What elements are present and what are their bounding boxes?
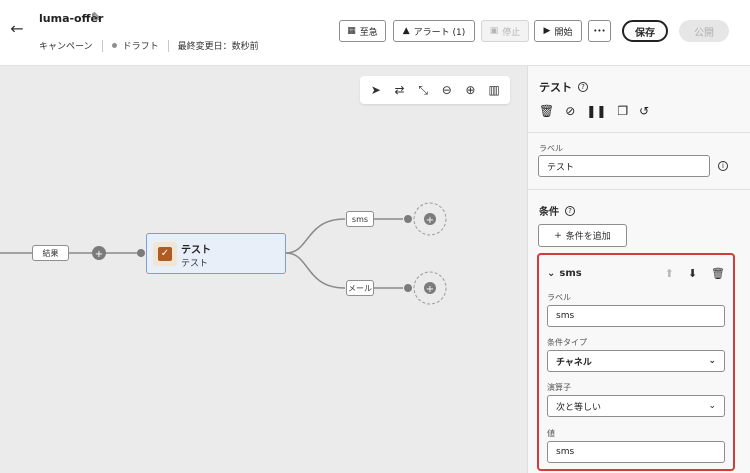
start-button[interactable]: ▶ 開始 xyxy=(534,20,582,42)
operator-select[interactable]: 次と等しい ⌄ xyxy=(547,395,725,417)
condition-header[interactable]: ⌄ sms xyxy=(547,268,582,279)
condition-node-icon: ✓ xyxy=(153,242,177,266)
pause-icon[interactable]: ❚❚ xyxy=(586,104,606,118)
branch-label-sms[interactable]: sms xyxy=(346,211,374,227)
alerts-button[interactable]: ▲ アラート (1) xyxy=(393,20,475,42)
condition-type-value: チャネル xyxy=(556,357,592,368)
divider xyxy=(528,132,750,133)
move-up-icon[interactable]: ⬆ xyxy=(665,267,674,280)
stop-button[interactable]: ▣ 停止 xyxy=(481,20,529,42)
conditions-title: 条件 ? xyxy=(539,203,575,218)
label-input[interactable]: テスト xyxy=(538,155,710,177)
delete-icon[interactable]: 🗑 xyxy=(711,267,725,280)
move-down-icon[interactable]: ⬇ xyxy=(688,267,697,280)
stop-label: 停止 xyxy=(502,27,521,38)
branch-label-email[interactable]: メール xyxy=(346,280,374,296)
condition-label-field-label: ラベル xyxy=(547,293,571,302)
more-button[interactable]: ••• xyxy=(588,20,611,42)
calendar-icon: ▦ xyxy=(347,26,356,36)
chevron-down-icon: ⌄ xyxy=(708,356,716,366)
add-condition-button[interactable]: + 条件を追加 xyxy=(538,224,627,247)
input-label[interactable]: 結果 xyxy=(32,245,69,261)
alerts-label: アラート (1) xyxy=(413,27,466,38)
header: ← luma-offer ✎ キャンペーン ドラフト 最終変更日：数秒前 ▦ 至… xyxy=(0,0,750,66)
status-badge: ドラフト xyxy=(122,42,159,52)
svg-text:+: + xyxy=(95,249,103,260)
save-button[interactable]: 保存 xyxy=(622,20,668,42)
breadcrumb[interactable]: キャンペーン xyxy=(39,39,93,52)
operator-value: 次と等しい xyxy=(556,402,602,413)
status-dot-icon xyxy=(111,43,117,48)
play-icon: ▶ xyxy=(543,26,551,36)
divider xyxy=(101,39,103,52)
panel-actions: 🗑 ⊘ ❚❚ ❐ ↺ xyxy=(539,104,649,118)
value-label: 値 xyxy=(547,429,555,438)
warning-icon: ▲ xyxy=(402,26,410,36)
duplicate-icon[interactable]: ❐ xyxy=(617,104,628,118)
svg-text:+: + xyxy=(426,215,434,226)
panel-title-text: テスト xyxy=(539,81,572,94)
conditions-title-text: 条件 xyxy=(539,207,559,218)
condition-node[interactable]: ✓ テスト テスト xyxy=(146,233,286,274)
back-arrow-icon[interactable]: ← xyxy=(8,20,26,38)
divider xyxy=(528,189,750,190)
disable-icon[interactable]: ⊘ xyxy=(565,104,575,118)
condition-type-select[interactable]: チャネル ⌄ xyxy=(547,350,725,372)
plus-icon: + xyxy=(554,230,562,241)
chevron-down-icon[interactable]: ⌄ xyxy=(547,268,555,279)
info-icon[interactable]: i xyxy=(718,161,728,171)
chevron-down-icon: ⌄ xyxy=(708,401,716,411)
properties-panel: テスト ? 🗑 ⊘ ❚❚ ❐ ↺ ラベル テスト i 条件 ? + 条件を追加 … xyxy=(527,66,750,473)
condition-label-input[interactable]: sms xyxy=(547,305,725,327)
node-title: テスト xyxy=(181,245,211,256)
help-icon[interactable]: ? xyxy=(565,205,575,216)
svg-text:+: + xyxy=(426,284,434,295)
condition-actions: ⬆ ⬇ 🗑 xyxy=(665,267,725,280)
urgent-button[interactable]: ▦ 至急 xyxy=(339,20,386,42)
add-condition-label: 条件を追加 xyxy=(565,232,611,242)
condition-type-label: 条件タイプ xyxy=(547,338,587,347)
last-modified: 最終変更日：数秒前 xyxy=(177,42,259,52)
campaign-meta: キャンペーン ドラフト 最終変更日：数秒前 xyxy=(39,39,259,52)
history-icon[interactable]: ↺ xyxy=(639,104,649,118)
label-field-label: ラベル xyxy=(539,144,563,153)
start-label: 開始 xyxy=(554,27,573,38)
help-icon[interactable]: ? xyxy=(578,82,588,92)
operator-label: 演算子 xyxy=(547,383,571,392)
condition-card: ⌄ sms ⬆ ⬇ 🗑 ラベル sms 条件タイプ チャネル ⌄ 演算子 次と等… xyxy=(537,253,735,471)
edit-pencil-icon[interactable]: ✎ xyxy=(91,10,101,24)
urgent-label: 至急 xyxy=(359,27,378,38)
publish-button[interactable]: 公開 xyxy=(679,20,729,42)
divider xyxy=(167,39,169,52)
stop-icon: ▣ xyxy=(489,26,499,36)
condition-name: sms xyxy=(559,268,582,279)
value-input[interactable]: sms xyxy=(547,441,725,463)
journey-canvas[interactable]: ➤ ⇄ ⤡ ⊖ ⊕ ▥ + + + 結果 ✓ テスト テスト sms メール xyxy=(0,66,527,473)
delete-icon[interactable]: 🗑 xyxy=(539,104,554,118)
node-subtitle: テスト xyxy=(181,259,209,269)
panel-title: テスト ? xyxy=(539,79,588,95)
